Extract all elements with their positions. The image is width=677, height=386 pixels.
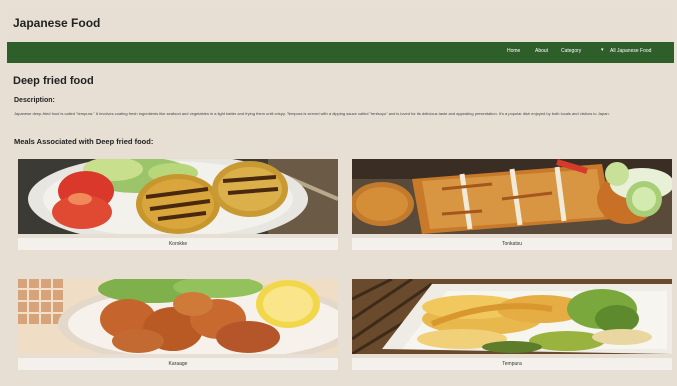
tempura-photo[interactable] [352, 279, 672, 354]
meal-caption[interactable]: Tempura [352, 358, 672, 370]
site-title[interactable]: Japanese Food [13, 16, 100, 30]
tonkatsu-photo[interactable] [352, 159, 672, 234]
meal-card-karaage[interactable]: Karaage [18, 279, 338, 370]
site-header: Japanese Food [7, 7, 672, 41]
meal-caption[interactable]: Korokke [18, 238, 338, 250]
meal-card-tempura[interactable]: Tempura [352, 279, 672, 370]
nav-all-japanese-food-link[interactable]: All Japanese Food [610, 48, 651, 54]
nav-category-dropdown[interactable]: Category [561, 48, 581, 54]
meal-card-korokke[interactable]: Korokke [18, 159, 338, 250]
meals-heading: Meals Associated with Deep fried food: [14, 137, 154, 146]
navbar: Home About Category ▾ All Japanese Food [7, 42, 674, 63]
meal-caption[interactable]: Tonkatsu [352, 238, 672, 250]
meal-caption[interactable]: Karaage [18, 358, 338, 370]
main-content: Deep fried food Description: Japanese de… [0, 63, 677, 386]
nav-home-link[interactable]: Home [507, 48, 520, 54]
description-heading: Description: [14, 97, 55, 104]
meal-card-tonkatsu[interactable]: Tonkatsu [352, 159, 672, 250]
nav-about-link[interactable]: About [535, 48, 548, 54]
karaage-photo[interactable] [18, 279, 338, 354]
page-title: Deep fried food [13, 75, 94, 87]
page: Japanese Food Home About Category ▾ All … [0, 0, 677, 386]
korokke-photo[interactable] [18, 159, 338, 234]
description-text: Japanese deep-fried food is called "temp… [14, 111, 610, 116]
chevron-down-icon[interactable]: ▾ [601, 47, 604, 53]
